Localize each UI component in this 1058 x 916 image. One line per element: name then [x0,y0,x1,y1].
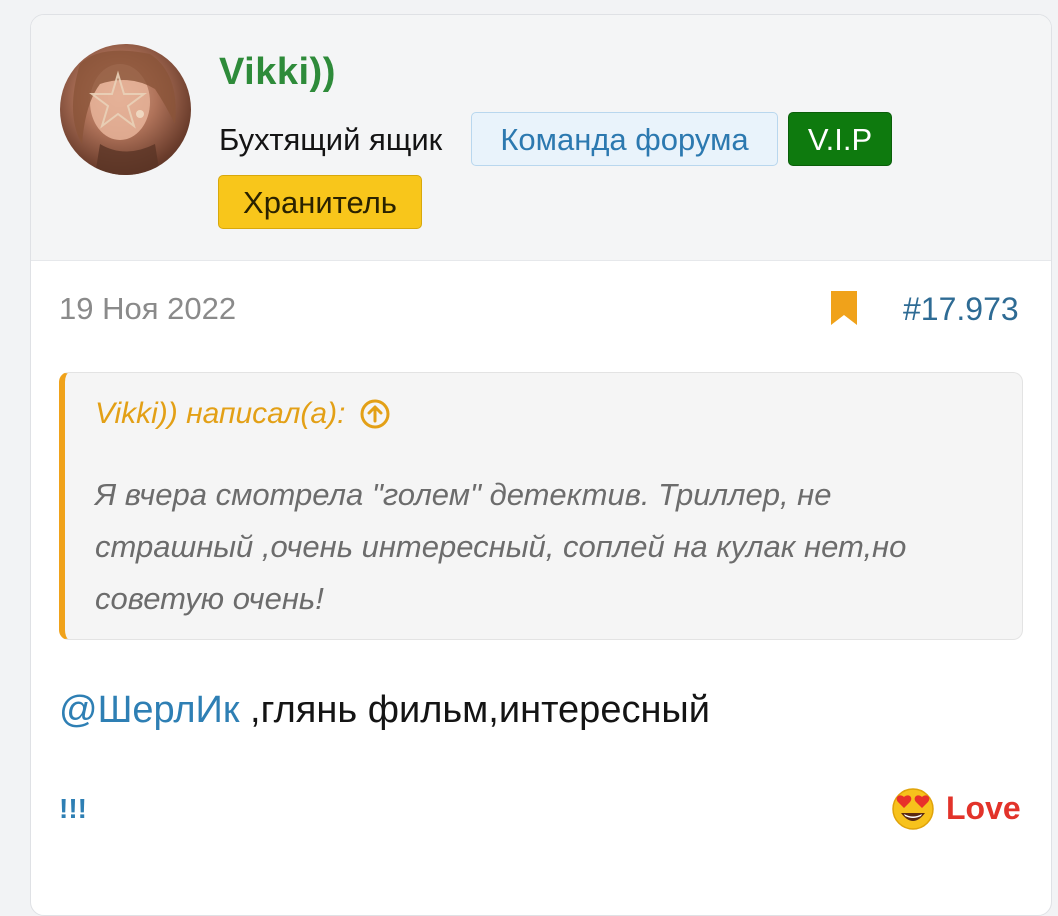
user-info-block: Vikki)) Бухтящий ящик Команда форума V.I… [31,15,1051,261]
quote-text: Я вчера смотрела "голем" детектив. Трилл… [95,477,907,616]
exclamation-text: !!! [59,793,87,824]
quote-author[interactable]: Vikki)) написал(а): [95,397,345,431]
heart-eyes-emoji-icon [892,788,934,830]
post-date[interactable]: 19 Ноя 2022 [59,291,236,327]
reaction-love[interactable]: Love [890,785,1021,831]
user-title: Бухтящий ящик [219,122,443,157]
message-body: @ШерлИк ,глянь фильм,интересный [59,689,710,732]
reaction-label: Love [946,789,1021,826]
badge-vip: V.I.P [788,112,892,166]
username[interactable]: Vikki)) [219,51,336,94]
quote-header: Vikki)) написал(а): [95,397,391,431]
badge-keeper: Хранитель [218,175,422,229]
avatar-photo [72,50,176,175]
message-text: ,глянь фильм,интересный [239,689,710,731]
quote-block: Vikki)) написал(а): Я вчера смотрела "го… [59,372,1023,640]
avatar[interactable] [60,44,191,175]
arrow-up-circle-icon[interactable] [359,398,391,430]
bookmark-icon[interactable] [829,291,859,327]
forum-post: Vikki)) Бухтящий ящик Команда форума V.I… [30,14,1052,916]
badge-forum-team: Команда форума [471,112,778,166]
user-mention-link[interactable]: @ШерлИк [59,689,239,731]
post-number-link[interactable]: #17.973 [903,291,1019,328]
